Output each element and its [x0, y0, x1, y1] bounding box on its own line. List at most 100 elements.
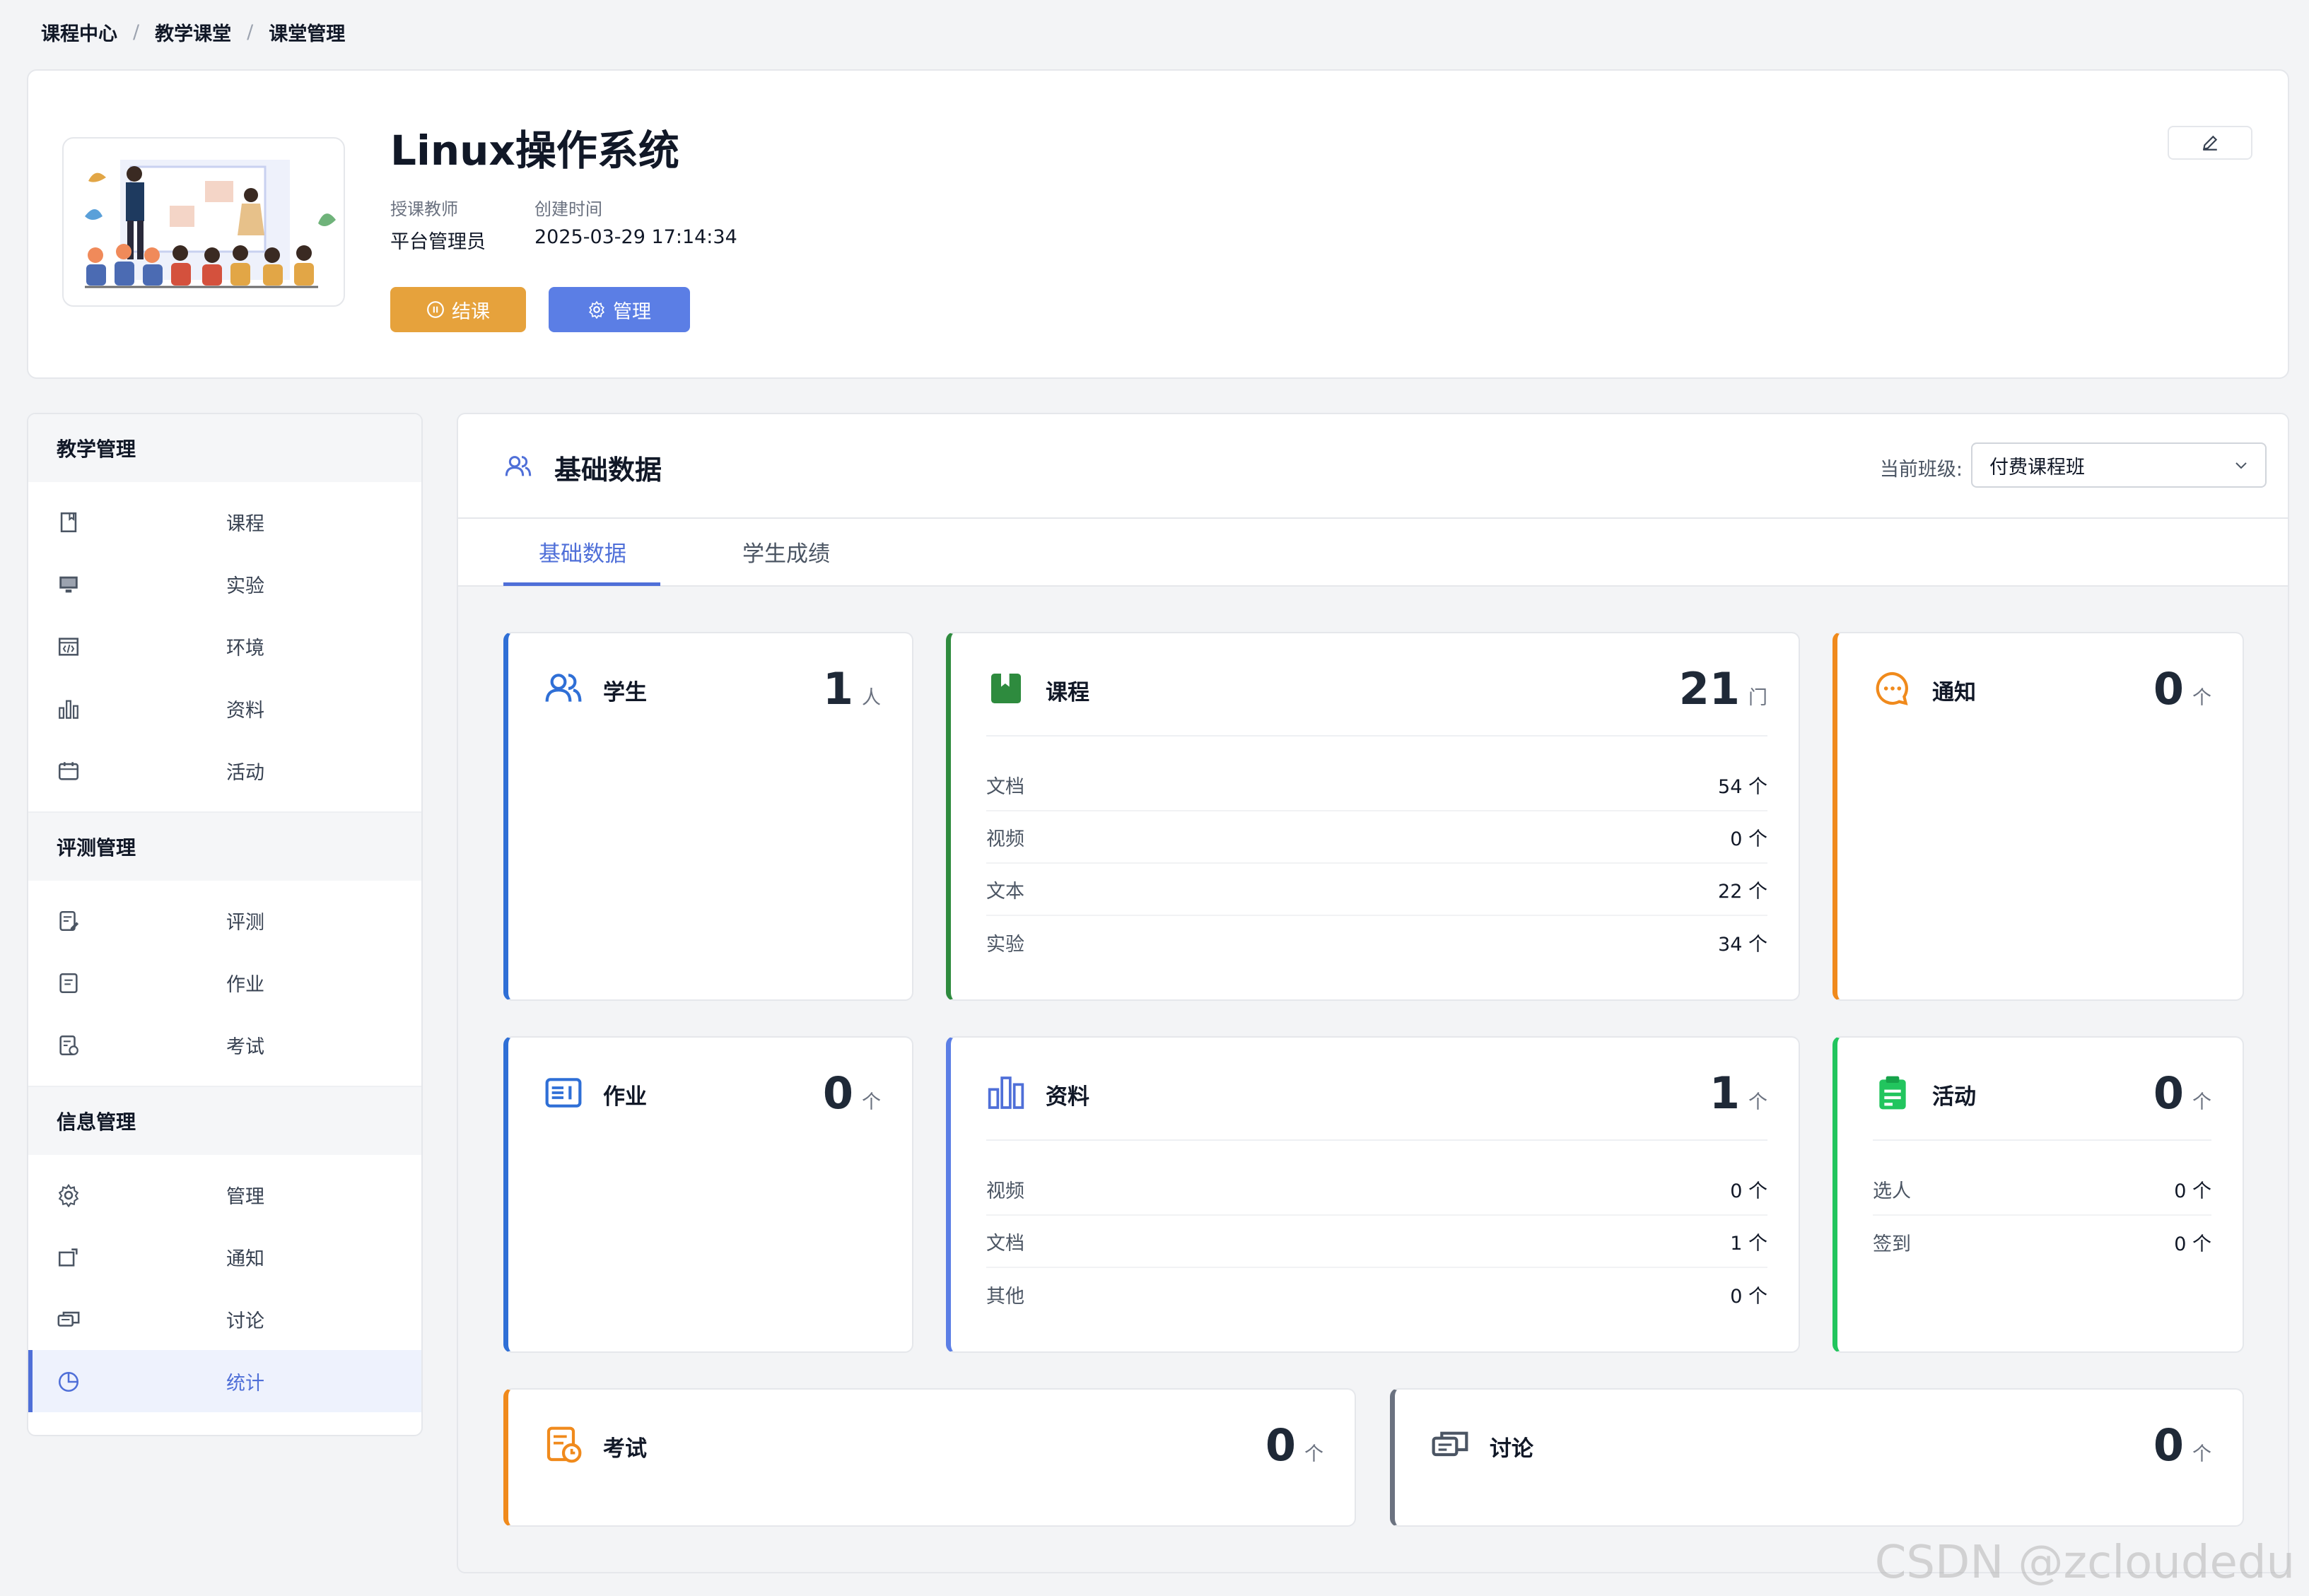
card-unit: 个: [862, 1091, 881, 1113]
row-value: 54 个: [1718, 775, 1767, 798]
created-time-value: 2025-03-29 17:14:34: [534, 226, 737, 248]
row-label: 实验: [986, 933, 1024, 956]
pause-circle-icon: [427, 301, 444, 318]
code-window-icon: [58, 638, 79, 656]
breadcrumb-item-class-management: 课堂管理: [269, 23, 346, 45]
manage-button[interactable]: 管理: [549, 287, 690, 332]
row-label: 视频: [986, 1180, 1024, 1202]
class-select-value: 付费课程班: [1989, 456, 2085, 479]
sidebar-item-lab[interactable]: 实验: [28, 553, 421, 615]
class-select[interactable]: 付费课程班: [1971, 442, 2267, 488]
sidebar-item-notice[interactable]: 通知: [28, 1226, 421, 1288]
calendar-icon: [58, 762, 79, 780]
row-value: 34 个: [1718, 933, 1767, 956]
row-label: 选人: [1873, 1180, 1911, 1202]
card-title: 资料: [1046, 1084, 1089, 1110]
row-label: 文档: [986, 775, 1024, 798]
sidebar-item-exam[interactable]: 考试: [28, 1014, 421, 1076]
breadcrumb-separator: /: [247, 21, 254, 43]
row-value: 0 个: [1730, 1285, 1767, 1308]
list-item: 其他 0 个: [986, 1268, 1767, 1320]
sidebar-group-assessment: 评测管理: [28, 813, 421, 881]
stat-card-notices: 通知 0个: [1832, 632, 2244, 1001]
chat-icon: [57, 1311, 80, 1327]
monitor-icon: [59, 576, 78, 593]
stat-card-activities: 活动 0个 选人 0 个 签到 0 个: [1832, 1036, 2244, 1353]
row-value: 22 个: [1718, 880, 1767, 903]
exam-icon: [546, 1426, 582, 1463]
row-label: 文本: [986, 880, 1024, 903]
sidebar-item-materials[interactable]: 资料: [28, 677, 421, 739]
sidebar-item-label: 讨论: [226, 1310, 264, 1332]
stat-card-exams: 考试 0个: [503, 1388, 1356, 1527]
row-value: 0 个: [2174, 1180, 2211, 1202]
card-unit: 门: [1748, 687, 1767, 709]
row-label: 视频: [986, 828, 1024, 850]
sidebar-item-homework[interactable]: 作业: [28, 951, 421, 1014]
card-count: 1: [822, 663, 853, 715]
sidebar-item-activity[interactable]: 活动: [28, 739, 421, 802]
sidebar-item-statistics[interactable]: 统计: [28, 1350, 421, 1412]
sidebar-item-label: 作业: [226, 973, 264, 996]
gear-icon: [589, 300, 604, 319]
book-icon: [991, 674, 1021, 703]
card-count: 0: [822, 1067, 853, 1119]
list-item: 文档 54 个: [986, 759, 1767, 811]
card-unit: 个: [1748, 1091, 1767, 1113]
sidebar-group-teaching: 教学管理: [28, 414, 421, 482]
edit-course-button[interactable]: [2168, 126, 2252, 160]
end-class-label: 结课: [452, 300, 490, 323]
row-value: 1 个: [1730, 1232, 1767, 1255]
watermark-text: CSDN @zcloudedu: [1874, 1537, 2295, 1589]
clipboard-icon: [1879, 1076, 1906, 1110]
sidebar-item-label: 评测: [226, 911, 264, 934]
stat-card-students: 学生 1人: [503, 632, 913, 1001]
row-label: 签到: [1873, 1233, 1911, 1255]
stat-card-discussions: 讨论 0个: [1390, 1388, 2244, 1527]
edit-document-icon: [59, 910, 79, 932]
card-divider: [986, 735, 1767, 737]
chat-icon: [1432, 1431, 1468, 1457]
sidebar-item-discussion[interactable]: 讨论: [28, 1288, 421, 1350]
sidebar-group-info: 信息管理: [28, 1087, 421, 1155]
pencil-icon: [2202, 135, 2218, 151]
list-item: 签到 0 个: [1873, 1216, 2211, 1268]
tab-bar: 基础数据 学生成绩: [458, 519, 2288, 587]
sidebar-item-environment[interactable]: 环境: [28, 615, 421, 677]
tab-basic-data[interactable]: 基础数据: [539, 536, 626, 568]
row-value: 0 个: [1730, 828, 1767, 850]
course-header-card: Linux操作系统 授课教师 平台管理员 创建时间 2025-03-29 17:…: [27, 69, 2289, 379]
stat-card-courses: 课程 21 门 文档 54 个 视频 0 个 文本 22 个 实验 34 个: [946, 632, 1800, 1001]
row-label: 其他: [986, 1285, 1024, 1308]
sidebar-item-evaluation[interactable]: 评测: [28, 889, 421, 951]
chevron-down-icon: [2235, 462, 2247, 469]
bar-chart-icon: [988, 1076, 1024, 1109]
tab-student-scores[interactable]: 学生成绩: [742, 536, 830, 568]
sidebar-item-label: 管理: [226, 1185, 264, 1208]
breadcrumb-item-course-center[interactable]: 课程中心: [41, 18, 117, 46]
card-divider: [986, 1139, 1767, 1141]
list-item: 实验 34 个: [986, 916, 1767, 968]
breadcrumb-item-teaching-class[interactable]: 教学课堂: [155, 18, 231, 46]
sidebar-item-label: 资料: [226, 699, 264, 722]
list-item: 视频 0 个: [986, 811, 1767, 864]
sidebar-item-label: 实验: [226, 575, 264, 597]
sidebar-item-label: 环境: [226, 637, 264, 659]
course-title: Linux操作系统: [390, 127, 679, 175]
list-item: 选人 0 个: [1873, 1163, 2211, 1216]
end-class-button[interactable]: 结课: [390, 287, 526, 332]
created-time-label: 创建时间: [534, 199, 602, 219]
card-title: 学生: [603, 680, 647, 705]
stat-card-homework: 作业 0个: [503, 1036, 913, 1353]
gear-icon: [58, 1183, 79, 1207]
card-count: 0: [2153, 1067, 2184, 1119]
card-unit: 个: [2192, 687, 2211, 709]
sidebar-item-course[interactable]: 课程: [28, 491, 421, 553]
card-count: 0: [2153, 663, 2184, 715]
users-icon: [505, 456, 532, 476]
card-unit: 人: [862, 687, 881, 709]
sidebar-item-manage[interactable]: 管理: [28, 1163, 421, 1226]
message-bubble-icon: [1876, 671, 1908, 705]
card-count: 21: [1678, 663, 1740, 715]
card-unit: 个: [2192, 1091, 2211, 1113]
